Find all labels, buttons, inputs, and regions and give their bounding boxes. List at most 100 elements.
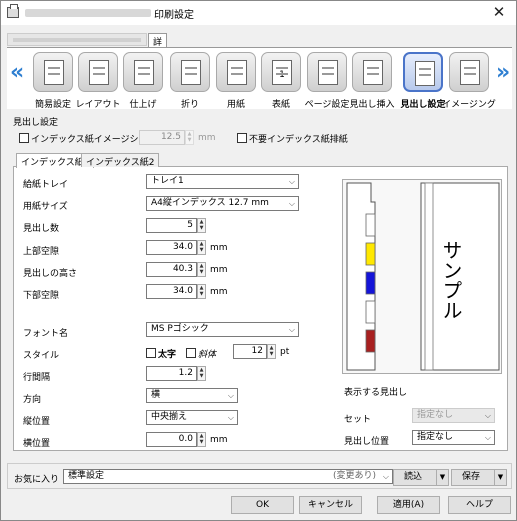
printer-name-blurred xyxy=(25,9,151,17)
tab-count-input[interactable]: 5 xyxy=(146,218,197,233)
ribbon-item-fold[interactable]: 折り xyxy=(168,52,212,110)
top-margin-input[interactable]: 34.0 xyxy=(146,240,197,255)
line-spacing-input[interactable]: 1.2 xyxy=(146,366,197,381)
tab-position-select[interactable]: 指定なし ⌵ xyxy=(412,430,495,445)
font-size-unit: pt xyxy=(280,347,290,357)
ribbon-right-arrow-icon[interactable]: » xyxy=(496,60,510,85)
font-size-stepper[interactable]: ▲ ▼ xyxy=(267,344,276,359)
vertical-position-select[interactable]: 中央揃え ⌵ xyxy=(146,410,238,425)
chevron-down-icon: ⌵ xyxy=(288,177,295,186)
direction-label: 方向 xyxy=(23,395,42,405)
italic-checkbox[interactable]: 斜体 xyxy=(186,347,216,360)
image-shift-label: インデックス紙イメージシフト xyxy=(31,135,157,145)
checkbox-box[interactable] xyxy=(237,133,247,143)
bold-label: 太字 xyxy=(158,350,177,360)
horizontal-position-stepper[interactable]: ▲ ▼ xyxy=(197,432,206,447)
horizontal-position-label: 横位置 xyxy=(23,439,51,449)
checkbox-box[interactable] xyxy=(19,133,29,143)
front-sheet-tab-strip xyxy=(424,182,434,371)
ribbon-left-arrow-icon[interactable]: « xyxy=(10,60,24,85)
index-preview: サンプル xyxy=(342,179,502,374)
font-name-select[interactable]: MS Pゴシック ⌵ xyxy=(146,322,299,337)
ribbon-item-finishing[interactable]: 仕上げ xyxy=(121,52,165,110)
tab-height-label: 見出しの高さ xyxy=(23,269,78,279)
quick-setup-icon xyxy=(33,52,73,92)
load-dropdown-icon[interactable]: ▼ xyxy=(436,470,448,485)
ok-button[interactable]: OK xyxy=(231,496,294,514)
horizontal-position-input[interactable]: 0.0 xyxy=(146,432,197,447)
index-tab-1 xyxy=(365,213,376,237)
tray-select[interactable]: トレイ1 ⌵ xyxy=(146,174,299,189)
bottom-margin-input[interactable]: 34.0 xyxy=(146,284,197,299)
paper-size-value: A4縦インデックス 12.7 mm xyxy=(151,198,269,208)
close-button[interactable]: ✕ xyxy=(490,3,508,21)
save-button[interactable]: 保存 ▼ xyxy=(451,469,507,486)
italic-label: 斜体 xyxy=(198,350,217,360)
direction-value: 横 xyxy=(151,390,161,400)
index-tabs xyxy=(365,213,376,353)
save-label: 保存 xyxy=(462,472,481,482)
ribbon-item-tab-insert[interactable]: 見出し挿入 xyxy=(349,52,395,110)
ribbon-item-page-setup[interactable]: ページ設定 xyxy=(305,52,349,110)
apply-button[interactable]: 適用(A) xyxy=(377,496,440,514)
window-title: 印刷設定 xyxy=(154,10,194,21)
vertical-position-value: 中央揃え xyxy=(151,412,188,422)
ribbon-item-imaging[interactable]: イメージング xyxy=(442,52,496,110)
document-glyph: 1 xyxy=(272,60,292,85)
tab-setting-icon xyxy=(403,52,443,92)
tab-height-unit: mm xyxy=(210,265,228,275)
line-spacing-stepper[interactable]: ▲ ▼ xyxy=(197,366,206,381)
bold-checkbox[interactable]: 太字 xyxy=(146,347,176,360)
set-select[interactable]: 指定なし ⌵ xyxy=(412,408,495,423)
save-dropdown-icon[interactable]: ▼ xyxy=(494,470,506,485)
paper-size-select[interactable]: A4縦インデックス 12.7 mm ⌵ xyxy=(146,196,299,211)
set-value: 指定なし xyxy=(417,410,454,420)
favorites-value: 標準設定 xyxy=(68,471,105,481)
printer-icon xyxy=(7,4,19,18)
font-size-input[interactable]: 12 xyxy=(233,344,267,359)
top-margin-stepper[interactable]: ▲ ▼ xyxy=(197,240,206,255)
image-shift-checkbox[interactable]: インデックス紙イメージシフト xyxy=(19,132,157,145)
imaging-icon xyxy=(449,52,489,92)
cancel-button[interactable]: キャンセル xyxy=(299,496,362,514)
ribbon-item-quick-setup[interactable]: 簡易設定 xyxy=(31,52,75,110)
tab-index-paper-2[interactable]: インデックス紙2 xyxy=(81,153,160,168)
finishing-icon xyxy=(123,52,163,92)
bottom-margin-stepper[interactable]: ▲ ▼ xyxy=(197,284,206,299)
horizontal-position-unit: mm xyxy=(210,435,228,445)
checkbox-box[interactable] xyxy=(146,348,156,358)
top-margin-unit: mm xyxy=(210,243,228,253)
paper-size-label: 用紙サイズ xyxy=(23,202,68,212)
document-glyph xyxy=(227,60,247,85)
tab-detail-settings[interactable]: 詳細設定 xyxy=(148,33,168,87)
tab-insert-icon xyxy=(352,52,392,92)
load-button[interactable]: 読込 ▼ xyxy=(393,469,449,486)
title-bar: 印刷設定 ✕ xyxy=(1,1,516,25)
ribbon-item-paper[interactable]: 用紙 xyxy=(214,52,258,110)
help-button[interactable]: ヘルプ xyxy=(448,496,511,514)
font-name-label: フォント名 xyxy=(23,329,69,339)
direction-select[interactable]: 横 ⌵ xyxy=(146,388,238,403)
tab-height-input[interactable]: 40.3 xyxy=(146,262,197,277)
tab-height-stepper[interactable]: ▲ ▼ xyxy=(197,262,206,277)
cover-icon: 1 xyxy=(261,52,301,92)
vertical-position-label: 縦位置 xyxy=(23,417,51,427)
tab-count-label: 見出し数 xyxy=(23,224,60,234)
set-label: セット xyxy=(344,415,372,425)
image-shift-stepper[interactable]: ▲ ▼ xyxy=(185,130,194,145)
image-shift-input[interactable]: 12.5 xyxy=(139,130,185,145)
tab-count-stepper[interactable]: ▲ ▼ xyxy=(197,218,206,233)
checkbox-box[interactable] xyxy=(186,348,196,358)
load-label: 読込 xyxy=(404,472,423,482)
ribbon-item-cover[interactable]: 1 表紙 xyxy=(259,52,303,110)
index-tab-5 xyxy=(365,329,376,353)
ribbon-item-layout[interactable]: レイアウト xyxy=(75,52,121,110)
index-preview-graphic: サンプル xyxy=(346,182,500,371)
show-tab-label: 表示する見出し xyxy=(344,388,408,398)
favorites-select[interactable]: 標準設定 (変更あり) ⌵ xyxy=(63,469,393,484)
ribbon-item-tab-setting[interactable]: 見出し設定 xyxy=(400,52,446,110)
favorites-bar: お気に入り 標準設定 (変更あり) ⌵ 読込 ▼ 保存 ▼ xyxy=(7,463,512,489)
function-ribbon: « » 簡易設定 レイアウト 仕上げ 折り 用紙 1 表紙 ページ設定 見出し挿入 見出し設定 イメ… xyxy=(7,47,512,110)
discard-index-checkbox[interactable]: 不要インデックス紙排紙 xyxy=(237,132,348,145)
tab-device-blurred[interactable] xyxy=(7,33,147,46)
